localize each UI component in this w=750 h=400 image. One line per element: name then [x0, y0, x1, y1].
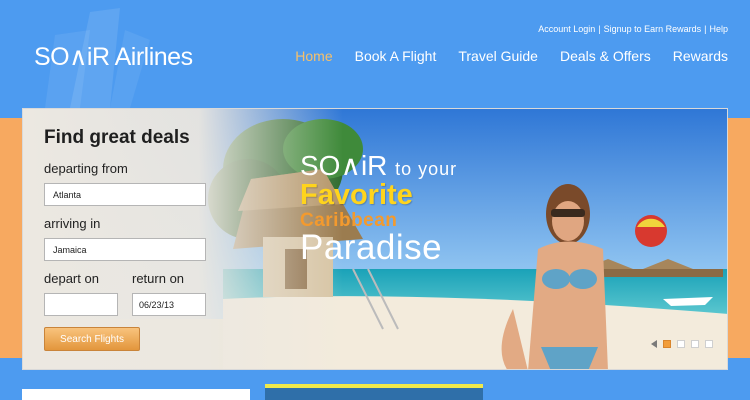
date-row: depart on return on: [44, 271, 233, 326]
nav-book-a-flight[interactable]: Book A Flight: [355, 48, 437, 64]
separator: |: [598, 24, 601, 34]
depart-column: depart on: [44, 271, 118, 326]
arriving-in-input[interactable]: [44, 238, 206, 261]
carousel-dot-2[interactable]: [677, 340, 685, 348]
main-nav: Home Book A Flight Travel Guide Deals & …: [273, 48, 728, 64]
hero-slogan: SO∧iR to your Favorite Caribbean Paradis…: [300, 149, 457, 268]
carousel-pager: [651, 340, 713, 348]
slogan-to-your: to your: [395, 159, 458, 179]
return-label: return on: [132, 271, 185, 286]
search-flights-button[interactable]: Search Flights: [44, 327, 140, 351]
slogan-paradise: Paradise: [300, 228, 443, 267]
carousel-dot-4[interactable]: [705, 340, 713, 348]
signup-rewards-link[interactable]: Signup to Earn Rewards: [604, 24, 702, 34]
separator: |: [704, 24, 707, 34]
departing-from-input[interactable]: [44, 183, 206, 206]
airline-logo[interactable]: SO∧iR Airlines: [34, 42, 193, 72]
slogan-brand: SO∧iR: [300, 150, 388, 181]
account-login-link[interactable]: Account Login: [538, 24, 595, 34]
help-link[interactable]: Help: [709, 24, 728, 34]
return-date-input[interactable]: [132, 293, 206, 316]
carousel-prev-arrow-icon[interactable]: [651, 340, 657, 348]
nav-travel-guide[interactable]: Travel Guide: [458, 48, 538, 64]
nav-rewards[interactable]: Rewards: [673, 48, 728, 64]
bottom-promo-banner[interactable]: [265, 384, 483, 400]
arriving-label: arriving in: [44, 216, 101, 231]
depart-label: depart on: [44, 271, 99, 286]
slogan-line-1: SO∧iR to your: [300, 149, 457, 182]
bottom-left-panel: [22, 389, 250, 400]
nav-deals-offers[interactable]: Deals & Offers: [560, 48, 651, 64]
departing-label: departing from: [44, 161, 128, 176]
utility-links: Account Login | Signup to Earn Rewards | Hel…: [538, 24, 728, 34]
carousel-dot-1[interactable]: [663, 340, 671, 348]
carousel-dot-3[interactable]: [691, 340, 699, 348]
depart-date-input[interactable]: [44, 293, 118, 316]
flight-search-form: Find great deals departing from arriving…: [23, 109, 233, 369]
site-header: SO∧iR Airlines Account Login | Signup to E…: [0, 0, 750, 108]
search-title: Find great deals: [44, 127, 190, 148]
return-column: return on: [132, 271, 206, 326]
slogan-favorite: Favorite: [300, 179, 413, 211]
hero-banner: Find great deals departing from arriving…: [22, 108, 728, 370]
nav-home[interactable]: Home: [295, 48, 332, 64]
